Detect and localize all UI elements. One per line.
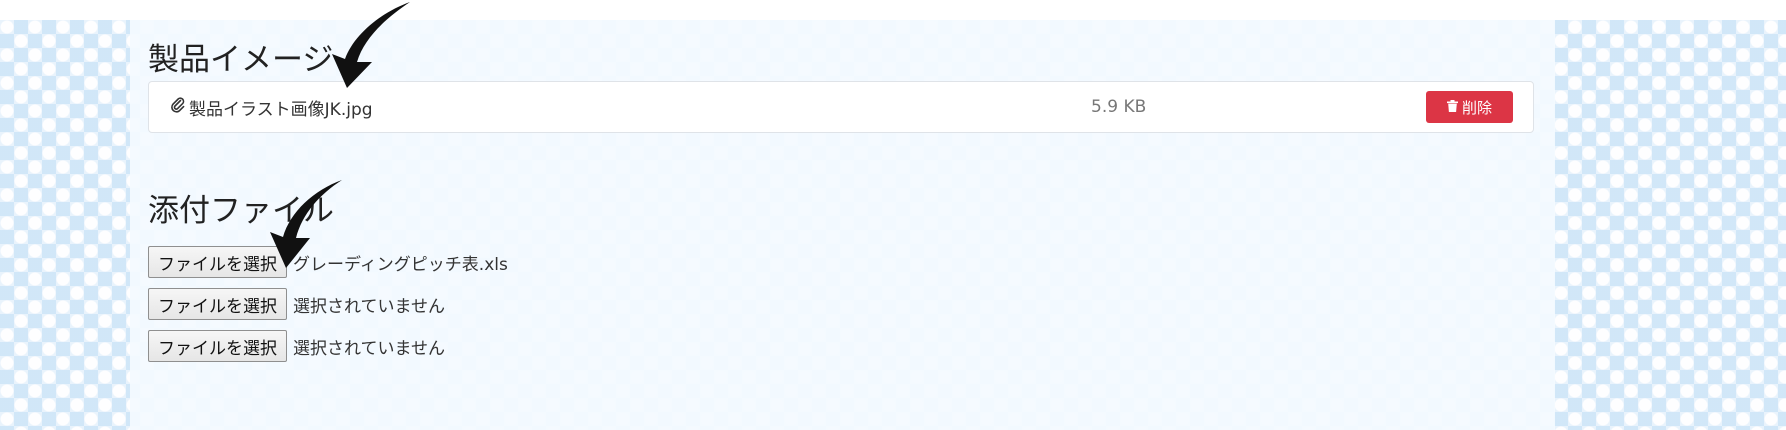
product-file-card: 製品イラスト画像JK.jpg 5.9 KB 削除: [148, 81, 1534, 133]
choose-file-button[interactable]: ファイルを選択: [148, 246, 287, 278]
file-status: 選択されていません: [293, 338, 445, 359]
delete-button[interactable]: 削除: [1426, 91, 1513, 123]
page: 製品イメージ 製品イラスト画像JK.jpg 5.9 KB 削除 添付ファイル フ…: [0, 0, 1786, 430]
file-status: グレーディングピッチ表.xls: [293, 254, 508, 275]
trash-icon: [1446, 98, 1458, 116]
file-input-3: ファイルを選択 選択されていません: [148, 330, 445, 362]
choose-file-button[interactable]: ファイルを選択: [148, 330, 287, 362]
attachments-heading: 添付ファイル: [148, 193, 334, 229]
product-file-size: 5.9 KB: [1091, 97, 1147, 117]
paperclip-icon: [171, 96, 189, 118]
delete-button-label: 削除: [1461, 98, 1492, 117]
file-input-1: ファイルを選択 グレーディングピッチ表.xls: [148, 246, 508, 278]
choose-file-button[interactable]: ファイルを選択: [148, 288, 287, 320]
file-input-2: ファイルを選択 選択されていません: [148, 288, 445, 320]
product-file-name-text: 製品イラスト画像JK.jpg: [189, 99, 373, 120]
file-status: 選択されていません: [293, 296, 445, 317]
product-file-name[interactable]: 製品イラスト画像JK.jpg: [171, 82, 373, 132]
product-image-heading: 製品イメージ: [148, 42, 334, 78]
